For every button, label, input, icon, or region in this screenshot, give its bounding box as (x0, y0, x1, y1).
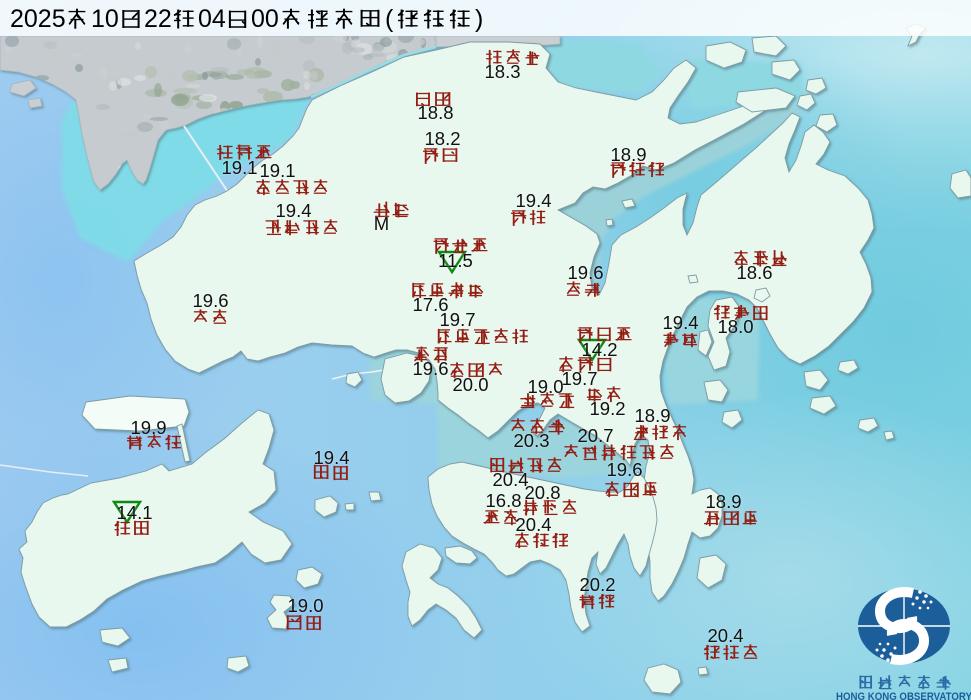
svg-text:HONG KONG OBSERVATORY: HONG KONG OBSERVATORY (836, 691, 971, 700)
